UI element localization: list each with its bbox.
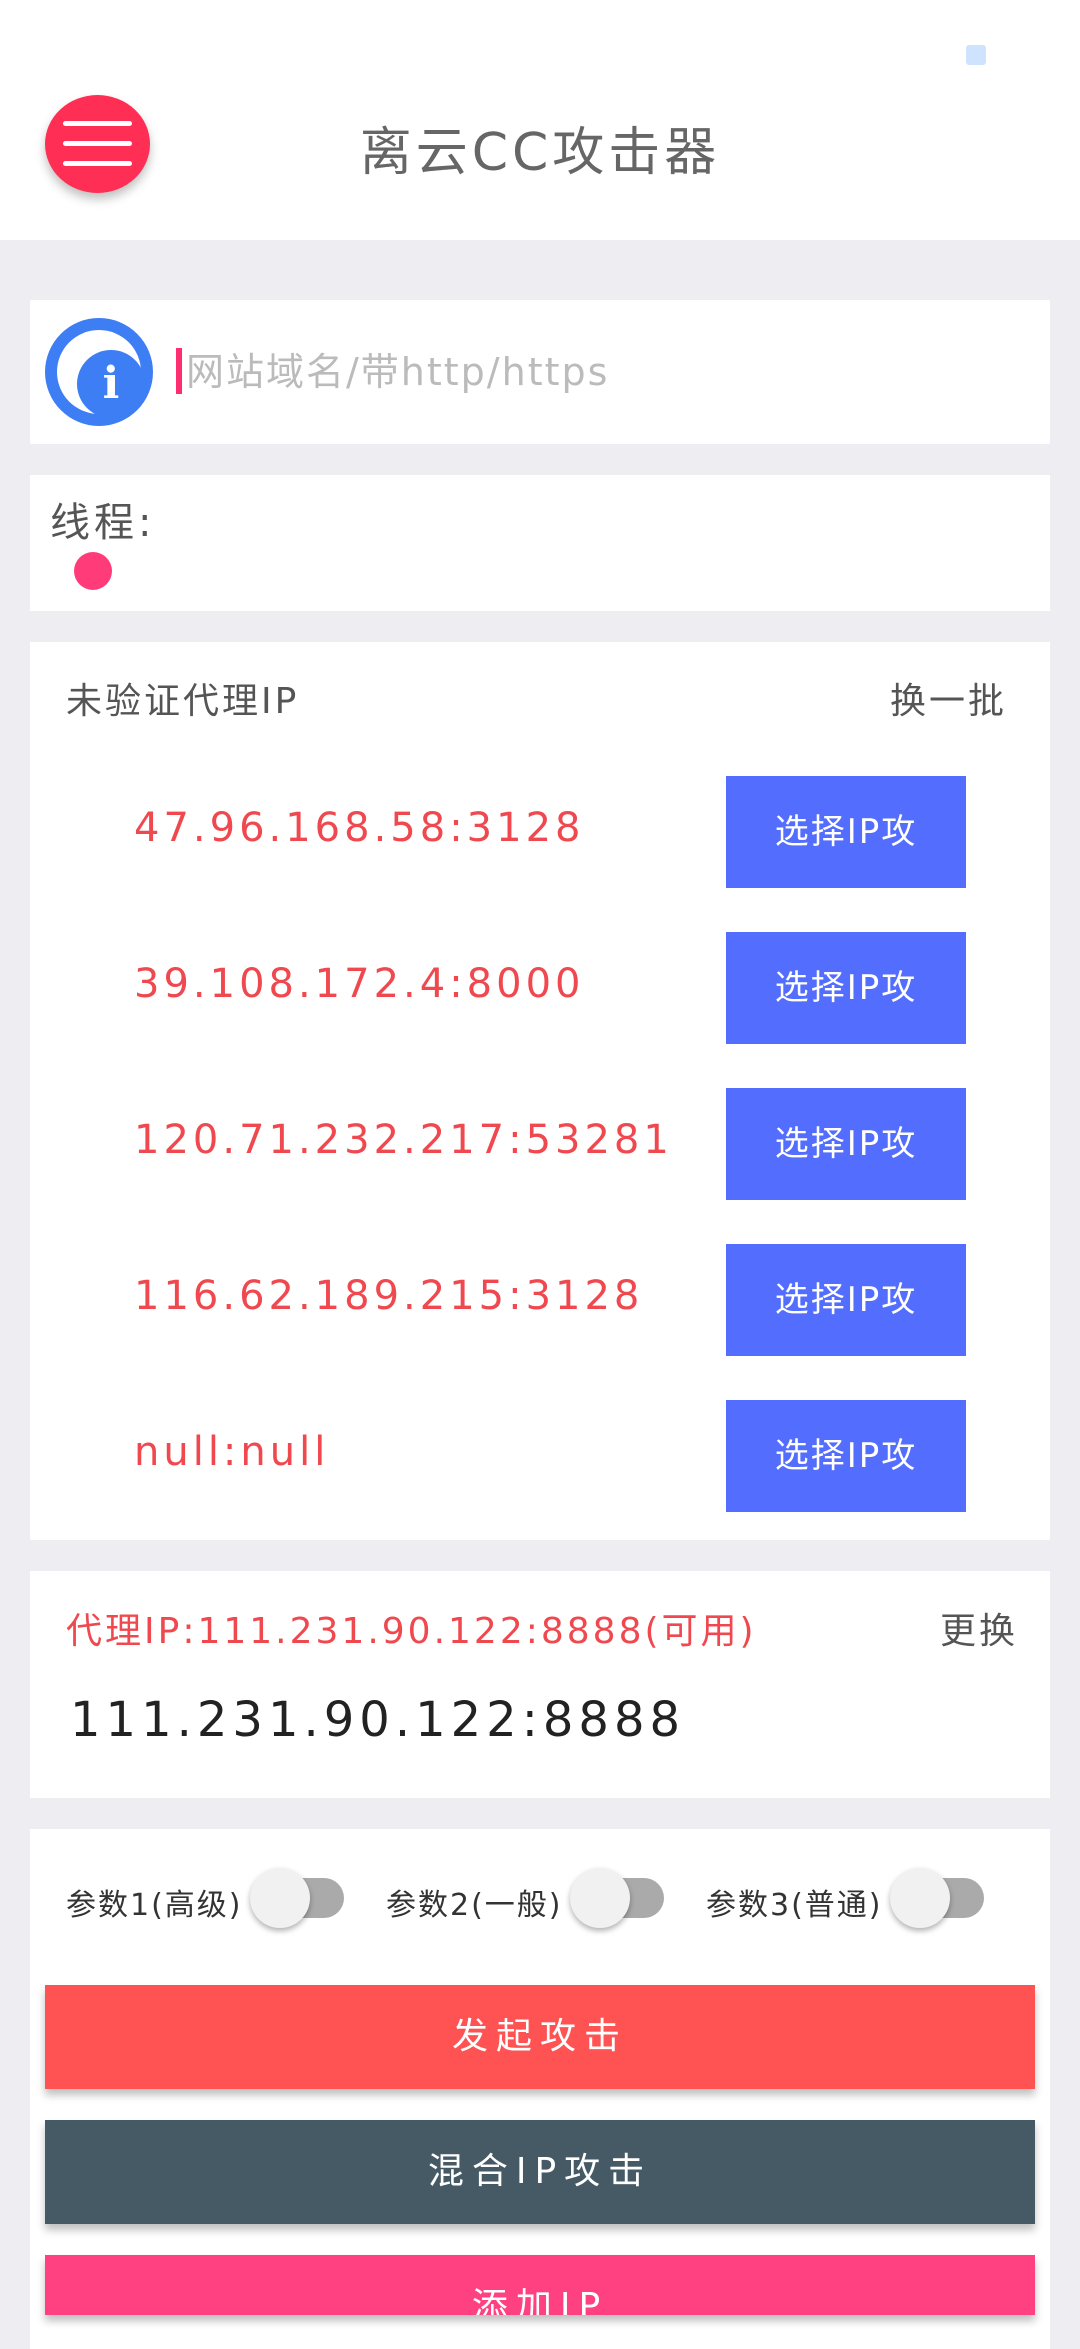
param3-label: 参数3(普通) [706,1888,883,1923]
select-ip-button[interactable]: 选择IP攻 [726,1244,966,1356]
start-attack-button[interactable]: 发起攻击 [45,1985,1035,2089]
current-proxy-ip: 111.231.90.122:8888 [70,1692,686,1748]
threads-slider-thumb[interactable] [74,552,112,590]
proxy-ip-text: 39.108.172.4:8000 [134,961,585,1007]
select-ip-button[interactable]: 选择IP攻 [726,1088,966,1200]
threads-label: 线程: [50,500,156,546]
threads-card [30,475,1050,611]
text-cursor [176,348,182,394]
mixed-ip-attack-button[interactable]: 混合IP攻击 [45,2120,1035,2224]
param2-toggle-knob[interactable] [570,1868,630,1928]
param1-label: 参数1(高级) [66,1888,243,1923]
param1-toggle-knob[interactable] [250,1868,310,1928]
url-input[interactable] [184,340,984,404]
select-ip-button[interactable]: 选择IP攻 [726,932,966,1044]
select-ip-button[interactable]: 选择IP攻 [726,776,966,888]
select-ip-button[interactable]: 选择IP攻 [726,1400,966,1512]
status-indicator [966,45,986,65]
proxy-ip-text: null:null [134,1429,330,1475]
proxy-list-title: 未验证代理IP [66,681,300,722]
param3-toggle-knob[interactable] [890,1868,950,1928]
add-ip-button[interactable]: 添加IP [45,2255,1035,2315]
refresh-proxies-button[interactable]: 换一批 [890,672,1007,724]
proxy-ip-text: 116.62.189.215:3128 [134,1273,644,1319]
page-title: 离云CC攻击器 [359,123,721,183]
info-icon: i [45,318,153,426]
change-proxy-button[interactable]: 更换 [940,1602,1018,1654]
param2-label: 参数2(一般) [386,1888,563,1923]
proxy-ip-text: 120.71.232.217:53281 [134,1117,673,1163]
current-proxy-label: 代理IP:111.231.90.122:8888(可用) [66,1611,757,1652]
proxy-ip-text: 47.96.168.58:3128 [134,805,585,851]
